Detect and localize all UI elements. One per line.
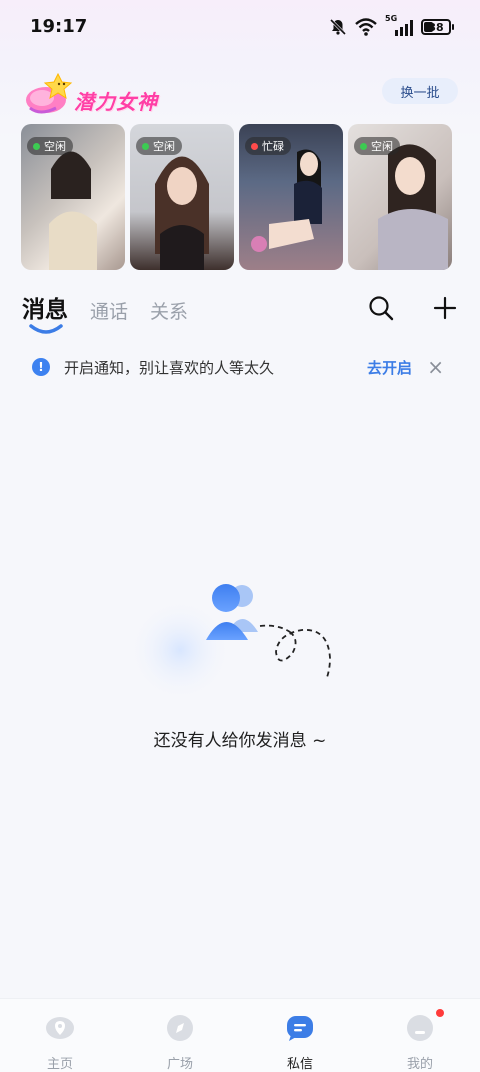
messages-screen: 19:17 5G 38 潜力女神 换一批 空闲 空闲 忙碌 空闲 消息 通话 关… [0, 0, 480, 1072]
status-bar: 19:17 5G 38 [0, 0, 480, 56]
tab-relations[interactable]: 关系 [150, 297, 188, 324]
nav-messages-label: 私信 [286, 1057, 313, 1072]
nav-square[interactable]: 广场 [140, 1013, 220, 1072]
card-status-badge: 空闲 [27, 137, 73, 155]
card-status-badge: 忙碌 [245, 137, 291, 155]
profile-icon [407, 1015, 433, 1041]
message-tabs: 消息 通话 关系 [22, 290, 188, 334]
status-dot [142, 142, 149, 150]
info-icon: ! [32, 358, 50, 376]
add-icon[interactable] [432, 295, 458, 321]
tab-active-indicator [29, 324, 63, 334]
compass-icon [167, 1015, 193, 1041]
notification-text: 开启通知，别让喜欢的人等太久 [64, 358, 275, 377]
status-dot [360, 142, 367, 150]
featured-card[interactable]: 空闲 [21, 124, 125, 270]
search-icon[interactable] [368, 295, 394, 321]
close-icon[interactable]: × [427, 357, 444, 377]
home-icon [46, 1017, 74, 1039]
nav-home-label: 主页 [46, 1057, 73, 1072]
featured-card[interactable]: 忙碌 [239, 124, 343, 270]
bottom-navigation: 主页 广场 私信 我的 [0, 998, 480, 1072]
tab-messages-label: 消息 [22, 297, 68, 323]
status-icons: 5G 38 [329, 14, 454, 36]
notification-banner: ! 开启通知，别让喜欢的人等太久 去开启 × [20, 342, 460, 392]
tab-messages[interactable]: 消息 [22, 290, 68, 334]
featured-card[interactable]: 空闲 [130, 124, 234, 270]
nav-profile[interactable]: 我的 [380, 1009, 460, 1072]
battery-icon: 38 [421, 19, 454, 35]
battery-level: 38 [428, 20, 444, 34]
card-status-badge: 空闲 [354, 137, 400, 155]
enable-notification-button[interactable]: 去开启 [367, 357, 412, 378]
nav-square-label: 广场 [166, 1057, 193, 1072]
nav-profile-label: 我的 [406, 1057, 433, 1072]
featured-card[interactable]: 空闲 [348, 124, 452, 270]
signal-5g-icon: 5G [385, 14, 413, 36]
refresh-batch-button[interactable]: 换一批 [382, 78, 458, 104]
chat-icon [287, 1016, 313, 1041]
wifi-icon [355, 18, 377, 36]
nav-messages[interactable]: 私信 [260, 1013, 340, 1072]
banner-title: 潜力女神 [74, 90, 158, 114]
notification-badge [436, 1009, 444, 1017]
tab-calls[interactable]: 通话 [90, 297, 128, 324]
card-status-label: 空闲 [371, 140, 393, 153]
empty-state-text: 还没有人给你发消息 ~ [153, 731, 327, 751]
card-status-label: 空闲 [153, 140, 175, 153]
featured-cards: 空闲 空闲 忙碌 空闲 [21, 124, 452, 270]
nav-home[interactable]: 主页 [20, 1013, 100, 1072]
mute-bell-icon [329, 18, 347, 36]
status-time: 19:17 [30, 16, 88, 37]
card-status-badge: 空闲 [136, 137, 182, 155]
status-dot [251, 142, 258, 150]
empty-chat-illustration [128, 570, 350, 710]
card-status-label: 空闲 [44, 140, 66, 153]
network-type-label: 5G [385, 14, 398, 23]
status-dot [33, 142, 40, 150]
card-status-label: 忙碌 [262, 140, 284, 153]
